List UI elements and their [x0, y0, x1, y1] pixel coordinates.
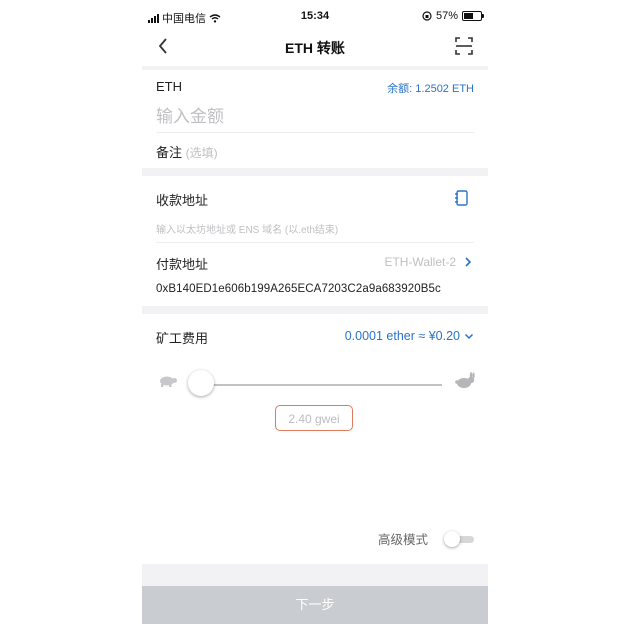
wallet-name[interactable]: ETH-Wallet-2: [384, 255, 456, 269]
scan-icon[interactable]: [454, 36, 474, 56]
receive-address-label: 收款地址: [156, 193, 209, 208]
address-card: 收款地址 输入以太坊地址或 ENS 域名 (以.eth结束) 付款地址 ETH-…: [142, 176, 488, 306]
turtle-icon: [160, 376, 177, 387]
gas-slider-thumb[interactable]: [188, 370, 214, 396]
address-book-icon[interactable]: [454, 190, 468, 206]
fee-label: 矿工费用: [156, 331, 209, 346]
battery-percent: 57%: [435, 10, 458, 22]
battery-level-fill: [464, 13, 473, 19]
battery-icon: [462, 11, 484, 21]
chevron-right-icon[interactable]: [464, 256, 472, 268]
gas-price-display: 2.40 gwei: [275, 405, 353, 431]
currency-label: ETH: [156, 79, 182, 94]
amount-card: ETH 余额: 1.2502 ETH 输入金额 备注 (选填): [142, 70, 488, 168]
balance-label: 余额: 1.2502 ETH: [387, 83, 474, 95]
note-field[interactable]: 备注 (选填): [156, 142, 218, 161]
divider: [156, 242, 474, 243]
fee-value[interactable]: 0.0001 ether ≈ ¥0.20: [345, 329, 460, 343]
pay-address-label: 付款地址: [156, 257, 209, 272]
divider: [156, 132, 474, 133]
rabbit-icon: [455, 372, 475, 388]
note-label: 备注: [156, 145, 183, 160]
advanced-mode-label: 高级模式: [378, 533, 429, 547]
orientation-lock-icon: [422, 11, 432, 21]
status-right: 57%: [422, 10, 484, 22]
next-button[interactable]: 下一步: [142, 586, 488, 624]
nav-bar: ETH 转账: [142, 26, 488, 66]
fee-card: 矿工费用 0.0001 ether ≈ ¥0.20: [142, 314, 488, 564]
receive-address-input[interactable]: 输入以太坊地址或 ENS 域名 (以.eth结束): [156, 221, 338, 236]
phone-screen: 中国电信 15:34 57% ETH 转账 ETH 余额: 1.2502 ETH…: [142, 4, 488, 624]
page-title: ETH 转账: [285, 40, 345, 56]
advanced-mode-toggle[interactable]: [444, 531, 474, 547]
note-placeholder: (选填): [185, 146, 218, 160]
amount-input[interactable]: 输入金额: [156, 102, 224, 127]
gas-slider-track[interactable]: [200, 384, 442, 386]
chevron-down-icon[interactable]: [464, 333, 474, 340]
wallet-address: 0xB140ED1e606b199A265ECA7203C2a9a683920B…: [156, 283, 441, 295]
toggle-knob: [444, 531, 460, 547]
status-bar: 中国电信 15:34 57%: [142, 4, 488, 26]
